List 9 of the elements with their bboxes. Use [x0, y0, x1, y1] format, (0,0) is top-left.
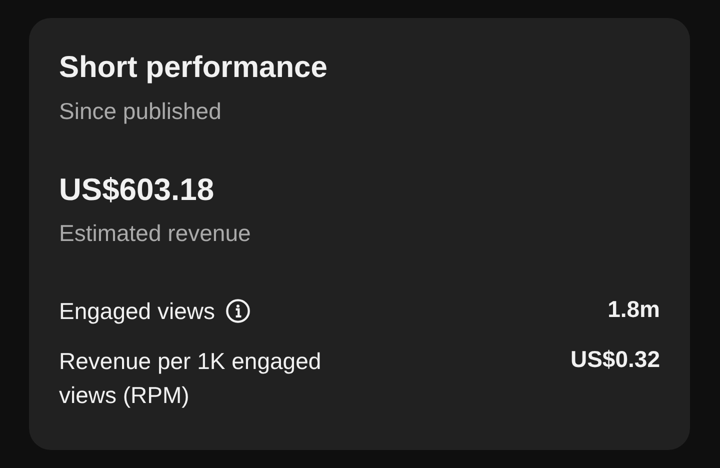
info-icon[interactable] — [225, 298, 251, 324]
metric-value: 1.8m — [608, 295, 660, 324]
revenue-label: Estimated revenue — [59, 219, 252, 248]
revenue-value: US$603.18 — [59, 172, 216, 208]
metric-label: Engaged views — [59, 297, 215, 326]
card-subtitle: Since published — [59, 97, 222, 126]
metric-value: US$0.32 — [570, 345, 660, 374]
metric-label: Revenue per 1K engaged views (RPM) — [59, 347, 322, 410]
card-title: Short performance — [59, 50, 328, 86]
